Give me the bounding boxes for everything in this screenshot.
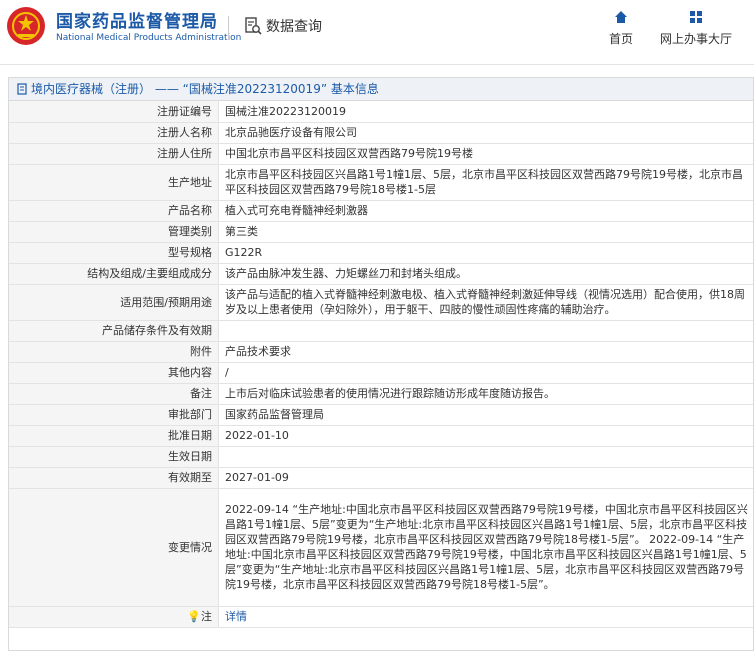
document-icon	[17, 83, 27, 95]
table-row: 产品名称 植入式可充电脊髓神经刺激器	[9, 200, 753, 222]
row-value: 植入式可充电脊髓神经刺激器	[218, 200, 753, 222]
nav-home[interactable]: 首页	[600, 10, 642, 47]
row-value-note: 详情	[218, 606, 753, 628]
table-row: 💡注 详情	[9, 606, 753, 628]
table-row: 注册人名称 北京品驰医疗设备有限公司	[9, 122, 753, 144]
home-icon	[615, 11, 627, 23]
row-label: 生效日期	[9, 446, 219, 468]
table-row: 生效日期	[9, 446, 753, 468]
row-label: 变更情况	[9, 488, 219, 607]
row-value: 第三类	[218, 221, 753, 243]
row-label: 产品储存条件及有效期	[9, 320, 219, 342]
row-value: G122R	[218, 242, 753, 264]
table-row: 注册人住所 中国北京市昌平区科技园区双营西路79号院19号楼	[9, 143, 753, 165]
row-label: 审批部门	[9, 404, 219, 426]
table-row: 管理类别 第三类	[9, 221, 753, 243]
site-name-en: National Medical Products Administration	[56, 33, 242, 43]
table-row: 其他内容 /	[9, 362, 753, 384]
row-label: 结构及组成/主要组成成分	[9, 263, 219, 285]
table-row: 产品储存条件及有效期	[9, 320, 753, 342]
table-row: 有效期至 2027-01-09	[9, 467, 753, 489]
row-value	[218, 446, 753, 468]
row-value: 2022-09-14 “生产地址:中国北京市昌平区科技园区双营西路79号院19号…	[218, 488, 753, 607]
row-label: 备注	[9, 383, 219, 405]
header-divider	[228, 16, 229, 40]
row-value: 中国北京市昌平区科技园区双营西路79号院19号楼	[218, 143, 753, 165]
table-row: 批准日期 2022-01-10	[9, 425, 753, 447]
row-label: 注册人住所	[9, 143, 219, 165]
table-row: 型号规格 G122R	[9, 242, 753, 264]
row-value: 北京市昌平区科技园区兴昌路1号1幢1层、5层，北京市昌平区科技园区双营西路79号…	[218, 164, 753, 201]
row-label: 注册人名称	[9, 122, 219, 144]
row-value: 该产品由脉冲发生器、力矩螺丝刀和封堵头组成。	[218, 263, 753, 285]
row-value: 该产品与适配的植入式脊髓神经刺激电极、植入式脊髓神经刺激延伸导线（视情况选用）配…	[218, 284, 753, 321]
table-row: 结构及组成/主要组成成分 该产品由脉冲发生器、力矩螺丝刀和封堵头组成。	[9, 263, 753, 285]
bulb-icon: 💡	[187, 610, 201, 623]
row-label: 注册证编号	[9, 101, 219, 123]
national-emblem-icon	[7, 7, 45, 45]
row-value: 北京品驰医疗设备有限公司	[218, 122, 753, 144]
row-label: 型号规格	[9, 242, 219, 264]
row-value: /	[218, 362, 753, 384]
row-label: 附件	[9, 341, 219, 363]
row-label: 有效期至	[9, 467, 219, 489]
site-name-cn: 国家药品监督管理局	[56, 12, 218, 32]
row-label: 其他内容	[9, 362, 219, 384]
row-label: 产品名称	[9, 200, 219, 222]
site-header: 国家药品监督管理局 National Medical Products Admi…	[0, 0, 754, 65]
row-value: 产品技术要求	[218, 341, 753, 363]
table-row: 变更情况 2022-09-14 “生产地址:中国北京市昌平区科技园区双营西路79号…	[9, 488, 753, 607]
detail-panel: 境内医疗器械（注册） —— “国械注准20223120019” 基本信息 注册证…	[8, 77, 754, 651]
row-value: 2022-01-10	[218, 425, 753, 447]
panel-title: 境内医疗器械（注册） —— “国械注准20223120019” 基本信息	[9, 78, 753, 101]
row-value: 上市后对临床试验患者的使用情况进行跟踪随访形成年度随访报告。	[218, 383, 753, 405]
row-value: 国家药品监督管理局	[218, 404, 753, 426]
row-label: 适用范围/预期用途	[9, 284, 219, 321]
search-document-icon	[245, 17, 262, 35]
nav-online-hall-label: 网上办事大厅	[659, 32, 732, 46]
table-row: 注册证编号 国械注准20223120019	[9, 101, 753, 123]
nav-online-hall[interactable]: 网上办事大厅	[656, 10, 736, 47]
table-row: 适用范围/预期用途 该产品与适配的植入式脊髓神经刺激电极、植入式脊髓神经刺激延伸导…	[9, 284, 753, 321]
data-query-label: 数据查询	[266, 19, 322, 35]
row-label-note: 💡注	[9, 606, 219, 628]
row-label: 管理类别	[9, 221, 219, 243]
table-row: 附件 产品技术要求	[9, 341, 753, 363]
row-value	[218, 320, 753, 342]
table-row: 生产地址 北京市昌平区科技园区兴昌路1号1幢1层、5层，北京市昌平区科技园区双营西…	[9, 164, 753, 201]
row-label: 生产地址	[9, 164, 219, 201]
row-value: 2027-01-09	[218, 467, 753, 489]
data-query-link[interactable]: 数据查询	[244, 16, 322, 36]
details-link[interactable]: 详情	[225, 610, 247, 623]
detail-table: 注册证编号 国械注准20223120019 注册人名称 北京品驰医疗设备有限公司 注…	[9, 101, 753, 628]
nav-home-label: 首页	[608, 32, 633, 46]
table-row: 备注 上市后对临床试验患者的使用情况进行跟踪随访形成年度随访报告。	[9, 383, 753, 405]
panel-title-text: 境内医疗器械（注册） —— “国械注准20223120019” 基本信息	[31, 82, 379, 96]
note-label: 注	[201, 610, 212, 623]
table-row: 审批部门 国家药品监督管理局	[9, 404, 753, 426]
row-value: 国械注准20223120019	[218, 101, 753, 123]
grid-icon	[690, 11, 702, 23]
row-label: 批准日期	[9, 425, 219, 447]
